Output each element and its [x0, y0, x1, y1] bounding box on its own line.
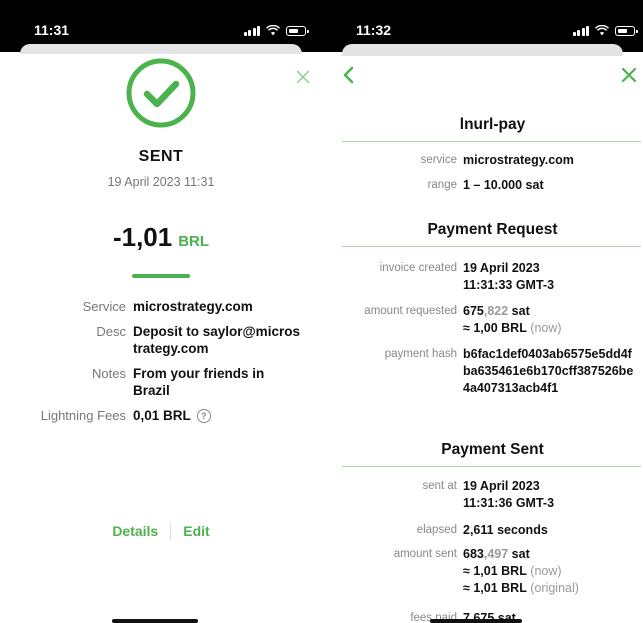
- status-time: 11:31: [34, 22, 70, 38]
- wifi-icon: [266, 25, 280, 36]
- amount-sent-unit: sat: [508, 547, 530, 561]
- battery-icon: [286, 26, 309, 36]
- kv-label: payment hash: [384, 348, 457, 360]
- section-divider: [342, 466, 641, 467]
- info-row-desc: Desc Deposit to saylor@microstrategy.com: [12, 323, 312, 357]
- section-title-request: Payment Request: [427, 221, 558, 238]
- info-row-notes: Notes From your friends in Brazil: [12, 365, 312, 399]
- battery-icon: [615, 26, 638, 36]
- status-icons: [572, 24, 638, 36]
- info-label: Desc: [96, 324, 126, 339]
- amount-sent-dec: ,497: [483, 547, 509, 561]
- amount-requested-dec: ,822: [483, 304, 509, 318]
- amount-unit: BRL: [178, 233, 210, 250]
- kv-value: 675,822 sat ≈ 1,00 BRL (now): [463, 303, 641, 337]
- details-button[interactable]: Details: [100, 523, 170, 539]
- section-title-sent: Payment Sent: [441, 441, 544, 458]
- amount-sent-fiat-now: ≈ 1,01 BRL: [463, 564, 527, 578]
- kv-amount-requested: amount requested 675,822 sat ≈ 1,00 BRL …: [322, 303, 643, 337]
- amount-requested-fiat: ≈ 1,00 BRL: [463, 321, 527, 335]
- amount-value: -1,01: [112, 222, 173, 252]
- kv-label: range: [427, 179, 457, 191]
- info-value-fees: 0,01 BRL?: [133, 407, 303, 424]
- actions: Details Edit: [0, 522, 322, 540]
- info-value: microstrategy.com: [133, 299, 253, 314]
- close-icon[interactable]: [621, 67, 637, 88]
- home-indicator: [430, 619, 522, 623]
- kv-service: service microstrategy.com: [322, 152, 643, 169]
- amount-sent-fiat-orig-note: (original): [526, 581, 579, 595]
- kv-value: 1 – 10.000 sat: [463, 178, 544, 192]
- section-divider: [342, 246, 641, 247]
- info-row-service: Service microstrategy.com: [12, 298, 312, 315]
- close-icon[interactable]: [296, 70, 310, 84]
- kv-label: amount sent: [393, 548, 457, 560]
- amount-requested-unit: sat: [508, 304, 530, 318]
- kv-value: 19 April 2023 11:31:33 GMT-3: [463, 260, 641, 294]
- amount-sent-fiat-now-note: (now): [526, 564, 562, 578]
- info-label: Lightning Fees: [40, 408, 126, 423]
- sent-time: 11:31:36 GMT-3: [463, 496, 555, 510]
- details-screen: 11:32 lnurl-pay service microstrategy.co…: [322, 0, 643, 623]
- info-row-fees: Lightning Fees 0,01 BRL?: [12, 407, 312, 424]
- info-value: Deposit to saylor@microstrategy.com: [133, 324, 300, 356]
- kv-label: invoice created: [379, 262, 457, 274]
- kv-label: service: [420, 154, 457, 166]
- amount: -1,01 BRL: [0, 222, 322, 253]
- sent-screen: 11:31 SENT 19 April 2023 11:31 -1,01 BRL …: [0, 0, 322, 623]
- amount-requested-fiat-note: (now): [526, 321, 562, 335]
- kv-label: elapsed: [416, 524, 457, 536]
- amount-sent-main: 683: [463, 547, 484, 561]
- kv-value: 19 April 2023 11:31:36 GMT-3: [463, 478, 641, 512]
- wifi-icon: [595, 25, 609, 36]
- fees-value: 0,01 BRL: [133, 408, 191, 423]
- kv-label: sent at: [422, 480, 457, 492]
- check-circle-icon: [125, 57, 197, 129]
- kv-value: 683,497 sat ≈ 1,01 BRL (now) ≈ 1,01 BRL …: [463, 546, 641, 597]
- kv-invoice-created: invoice created 19 April 2023 11:31:33 G…: [322, 260, 643, 294]
- invoice-date: 19 April 2023: [463, 261, 540, 275]
- signal-icon: [572, 25, 589, 36]
- amount-sent-fiat-orig: ≈ 1,01 BRL: [463, 581, 527, 595]
- sent-title: SENT: [138, 148, 184, 165]
- kv-amount-sent: amount sent 683,497 sat ≈ 1,01 BRL (now)…: [322, 546, 643, 597]
- kv-range: range 1 – 10.000 sat: [322, 177, 643, 194]
- kv-sent-at: sent at 19 April 2023 11:31:36 GMT-3: [322, 478, 643, 512]
- kv-value: 2,611 seconds: [463, 523, 548, 537]
- back-chevron-icon[interactable]: [342, 66, 354, 89]
- status-time: 11:32: [356, 22, 392, 38]
- kv-label: amount requested: [364, 305, 457, 317]
- edit-button[interactable]: Edit: [171, 523, 221, 539]
- section-title-lnurl: lnurl-pay: [459, 116, 526, 133]
- info-table: Service microstrategy.com Desc Deposit t…: [12, 298, 312, 432]
- kv-value: microstrategy.com: [463, 153, 574, 167]
- kv-payment-hash: payment hash b6fac1def0403ab6575e5dd4fba…: [322, 346, 643, 397]
- status-icons: [243, 24, 309, 36]
- payment-hash: b6fac1def0403ab6575e5dd4fba635461e6b170c…: [463, 347, 634, 395]
- info-label: Notes: [92, 366, 126, 381]
- section-divider: [342, 141, 641, 142]
- kv-elapsed: elapsed 2,611 seconds: [322, 522, 643, 539]
- help-icon[interactable]: ?: [196, 409, 211, 423]
- signal-icon: [243, 25, 260, 36]
- amount-requested-main: 675: [463, 304, 484, 318]
- info-value: From your friends in Brazil: [133, 366, 265, 398]
- sent-date: 19 April 2023: [463, 479, 540, 493]
- info-label: Service: [82, 299, 126, 314]
- home-indicator: [112, 619, 198, 623]
- amount-underline: [132, 274, 190, 278]
- sent-date: 19 April 2023 11:31: [107, 175, 215, 189]
- invoice-time: 11:31:33 GMT-3: [463, 278, 555, 292]
